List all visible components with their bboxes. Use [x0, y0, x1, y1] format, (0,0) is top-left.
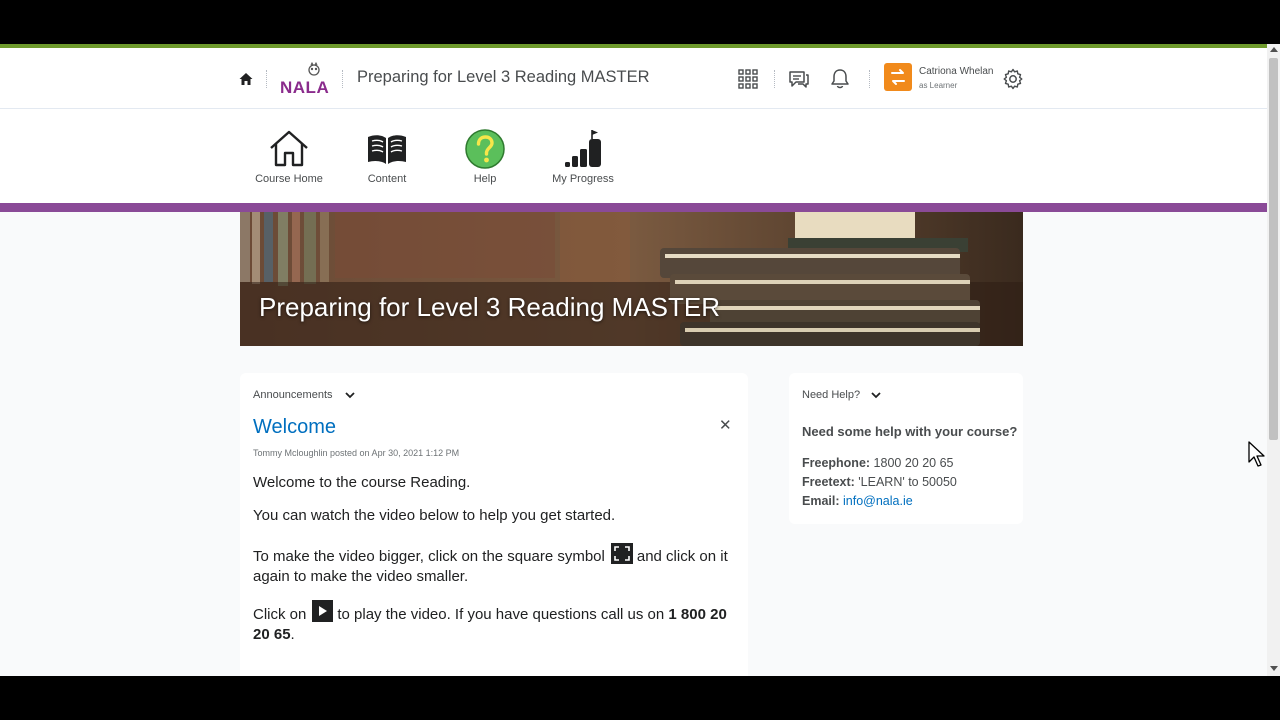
header-divider: [869, 70, 870, 88]
need-help-widget: Need Help? Need some help with your cour…: [789, 373, 1023, 524]
message-alerts-icon[interactable]: [788, 68, 810, 90]
nav-label: Content: [367, 173, 407, 185]
fullscreen-icon: [610, 543, 633, 564]
nala-logo[interactable]: NALA: [280, 61, 330, 98]
chevron-down-icon[interactable]: [345, 391, 355, 399]
dismiss-announcement-button[interactable]: ✕: [719, 418, 732, 433]
settings-gear-icon[interactable]: [1002, 68, 1024, 90]
announcements-widget-title: Announcements: [253, 389, 333, 401]
role-switch-button[interactable]: [884, 63, 912, 91]
freephone-value: 1800 20 20 65: [873, 456, 954, 470]
user-name[interactable]: Catriona Whelan: [919, 66, 993, 77]
announcements-widget: Announcements Welcome ✕ Tommy Mcloughlin…: [240, 373, 748, 676]
paragraph-text: .: [290, 626, 295, 643]
minibar-header: NALA Preparing for Level 3 Reading MASTE…: [0, 48, 1267, 109]
nav-label: Course Home: [255, 173, 323, 185]
page-scrollbar[interactable]: [1267, 44, 1280, 676]
banner-title: Preparing for Level 3 Reading MASTER: [259, 292, 721, 322]
course-banner: Preparing for Level 3 Reading MASTER: [240, 212, 1023, 346]
announcement-paragraph: You can watch the video below to help yo…: [253, 507, 616, 524]
logo-text: NALA: [280, 78, 330, 97]
announcement-paragraph: Click on to play the video. If you have …: [253, 600, 735, 645]
announcement-title[interactable]: Welcome: [253, 416, 336, 439]
freephone-label: Freephone:: [802, 456, 871, 470]
announcement-paragraph: To make the video bigger, click on the s…: [253, 543, 735, 587]
nav-item-my-progress[interactable]: My Progress: [538, 129, 628, 185]
user-role: as Learner: [919, 81, 958, 90]
question-circle-icon: [465, 129, 505, 169]
freetext-line: Freetext: 'LEARN' to 50050: [802, 475, 957, 489]
chevron-down-icon[interactable]: [871, 391, 881, 399]
scroll-thumb[interactable]: [1269, 58, 1278, 440]
email-label: Email:: [802, 494, 840, 508]
header-divider: [774, 70, 775, 88]
home-icon[interactable]: [238, 71, 254, 87]
scroll-up-arrow[interactable]: [1270, 47, 1278, 52]
course-navbar: Course Home Content Help My Progress: [0, 109, 1267, 203]
header-divider: [266, 70, 267, 88]
course-title[interactable]: Preparing for Level 3 Reading MASTER: [357, 68, 650, 87]
email-line: Email: info@nala.ie: [802, 494, 913, 508]
freetext-label: Freetext:: [802, 475, 855, 489]
role-switch-icon: [891, 69, 905, 85]
nav-label: Help: [473, 173, 497, 185]
paragraph-text: to play the video. If you have questions…: [337, 606, 665, 623]
header-divider: [342, 70, 343, 88]
paragraph-text: Click on: [253, 606, 307, 623]
course-accent-bar: [0, 203, 1267, 212]
progress-bars-flag-icon: [565, 130, 601, 167]
freetext-value: 'LEARN' to 50050: [858, 475, 957, 489]
browser-viewport: NALA Preparing for Level 3 Reading MASTE…: [0, 44, 1280, 676]
house-icon: [270, 130, 308, 167]
email-link[interactable]: info@nala.ie: [843, 494, 913, 508]
freephone-line: Freephone: 1800 20 20 65: [802, 456, 954, 470]
books-banner-image: [240, 212, 1023, 346]
announcement-paragraph: Welcome to the course Reading.: [253, 474, 471, 491]
notification-bell-icon[interactable]: [829, 68, 851, 90]
need-help-widget-title: Need Help?: [802, 389, 861, 401]
paragraph-text: To make the video bigger, click on the s…: [253, 548, 605, 565]
apps-grid-icon[interactable]: [737, 68, 759, 90]
nav-label: My Progress: [552, 173, 614, 185]
open-book-icon: [368, 135, 406, 164]
nav-item-help[interactable]: Help: [440, 129, 530, 185]
play-icon: [312, 600, 334, 622]
nav-item-course-home[interactable]: Course Home: [244, 129, 334, 185]
scroll-down-arrow[interactable]: [1270, 666, 1278, 671]
nav-item-content[interactable]: Content: [342, 129, 432, 185]
announcement-meta: Tommy Mcloughlin posted on Apr 30, 2021 …: [253, 448, 460, 458]
help-question: Need some help with your course?: [802, 424, 1018, 439]
mouse-cursor-icon: [1248, 441, 1265, 467]
